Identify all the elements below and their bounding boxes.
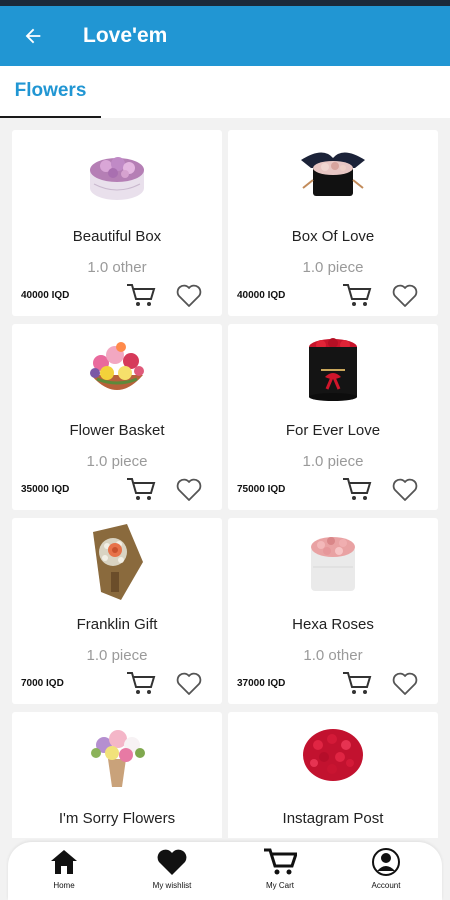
- add-to-cart-icon[interactable]: [126, 476, 156, 502]
- add-to-cart-icon[interactable]: [126, 282, 156, 308]
- nav-cart-label: My Cart: [266, 881, 294, 890]
- product-name: Flower Basket: [69, 422, 165, 439]
- add-to-cart-icon[interactable]: [342, 282, 372, 308]
- product-image: [228, 718, 438, 794]
- wishlist-heart-icon[interactable]: [175, 283, 203, 309]
- add-to-cart-icon[interactable]: [342, 476, 372, 502]
- bottom-navigation: Home My wishlist My Cart Account: [8, 842, 442, 900]
- product-price: 40000 IQD: [237, 290, 286, 301]
- nav-cart[interactable]: My Cart: [236, 846, 324, 896]
- category-tabs: Flowers: [0, 66, 450, 118]
- wishlist-heart-icon[interactable]: [175, 671, 203, 697]
- heart-icon: [128, 846, 216, 878]
- cart-icon: [236, 846, 324, 878]
- product-name: Instagram Post: [282, 810, 384, 827]
- product-card[interactable]: Flower Basket 1.0 piece 35000 IQD: [12, 324, 222, 510]
- product-price: 75000 IQD: [237, 484, 286, 495]
- product-price: 37000 IQD: [237, 678, 286, 689]
- nav-home[interactable]: Home: [20, 846, 108, 896]
- product-unit: 1.0 other: [303, 647, 363, 664]
- product-image: [228, 330, 438, 406]
- back-arrow-icon[interactable]: [21, 24, 45, 48]
- product-name: Franklin Gift: [76, 616, 158, 633]
- product-image: [12, 718, 222, 794]
- product-image: [12, 524, 222, 600]
- product-card[interactable]: For Ever Love 1.0 piece 75000 IQD: [228, 324, 438, 510]
- product-price: 40000 IQD: [21, 290, 70, 301]
- add-to-cart-icon[interactable]: [126, 670, 156, 696]
- product-image: [12, 330, 222, 406]
- nav-wishlist[interactable]: My wishlist: [128, 846, 216, 896]
- page-title: Love'em: [83, 24, 168, 47]
- nav-wishlist-label: My wishlist: [152, 881, 192, 890]
- product-image: [228, 136, 438, 212]
- product-unit: 1.0 piece: [302, 453, 364, 470]
- product-name: Hexa Roses: [292, 616, 374, 633]
- product-name: For Ever Love: [285, 422, 381, 439]
- app-bar: Love'em: [0, 6, 450, 66]
- account-icon: [342, 846, 430, 878]
- product-card[interactable]: Hexa Roses 1.0 other 37000 IQD: [228, 518, 438, 704]
- add-to-cart-icon[interactable]: [342, 670, 372, 696]
- nav-home-label: Home: [53, 881, 75, 890]
- nav-account[interactable]: Account: [342, 846, 430, 896]
- product-name: Beautiful Box: [72, 228, 162, 245]
- wishlist-heart-icon[interactable]: [391, 283, 419, 309]
- product-card[interactable]: Box Of Love 1.0 piece 40000 IQD: [228, 130, 438, 316]
- product-card[interactable]: Franklin Gift 1.0 piece 7000 IQD: [12, 518, 222, 704]
- tab-flowers[interactable]: Flowers: [0, 66, 101, 116]
- product-card[interactable]: Instagram Post: [228, 712, 438, 838]
- product-card[interactable]: I'm Sorry Flowers: [12, 712, 222, 838]
- product-image: [228, 524, 438, 600]
- product-grid: Beautiful Box 1.0 other 40000 IQD Box Of…: [12, 130, 438, 838]
- product-unit: 1.0 other: [87, 259, 147, 276]
- wishlist-heart-icon[interactable]: [391, 477, 419, 503]
- product-unit: 1.0 piece: [86, 453, 148, 470]
- product-unit: 1.0 piece: [302, 259, 364, 276]
- home-icon: [20, 846, 108, 878]
- product-card[interactable]: Beautiful Box 1.0 other 40000 IQD: [12, 130, 222, 316]
- product-image: [12, 136, 222, 212]
- product-name: I'm Sorry Flowers: [58, 810, 176, 827]
- wishlist-heart-icon[interactable]: [175, 477, 203, 503]
- product-unit: 1.0 piece: [86, 647, 148, 664]
- tab-indicator: [0, 116, 101, 118]
- product-price: 35000 IQD: [21, 484, 70, 495]
- wishlist-heart-icon[interactable]: [391, 671, 419, 697]
- product-name: Box Of Love: [291, 228, 375, 245]
- nav-account-label: Account: [371, 881, 401, 890]
- product-price: 7000 IQD: [21, 678, 64, 689]
